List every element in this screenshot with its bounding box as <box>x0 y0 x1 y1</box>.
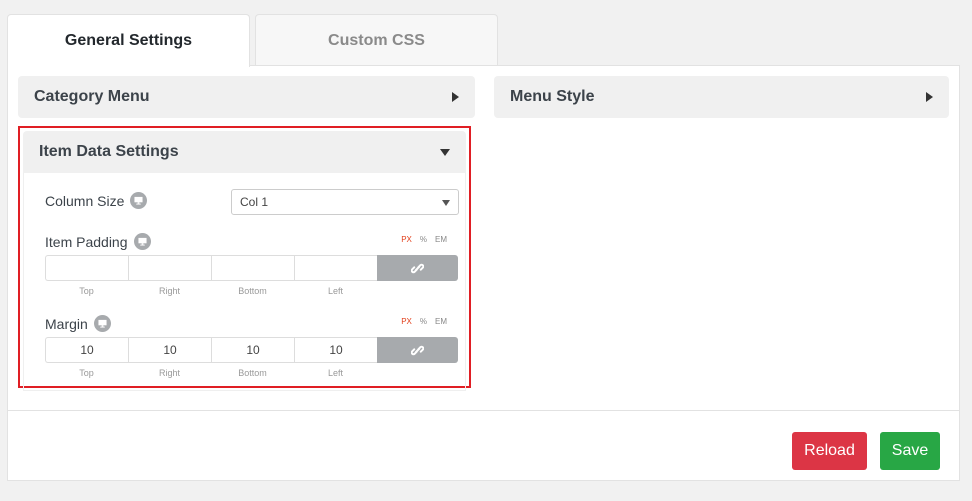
unit-switcher: PX % EM <box>401 317 447 326</box>
margin-left-input[interactable]: 10 <box>294 337 377 363</box>
link-icon <box>411 345 424 355</box>
monitor-icon[interactable] <box>130 192 148 209</box>
accordion-category-menu[interactable]: Category Menu <box>18 76 475 118</box>
select-value: Col 1 <box>240 195 269 209</box>
unit-em[interactable]: EM <box>435 317 447 326</box>
reload-button[interactable]: Reload <box>792 432 867 470</box>
accordion-title: Item Data Settings <box>39 143 179 160</box>
side-label-top: Top <box>79 368 94 378</box>
footer-divider <box>8 410 959 411</box>
tab-label: General Settings <box>64 32 193 49</box>
side-label-left: Left <box>327 368 343 378</box>
margin-bottom-input[interactable]: 10 <box>211 337 294 363</box>
chevron-down-icon <box>442 200 450 206</box>
margin-label: Margin <box>45 315 111 332</box>
unit-px[interactable]: PX <box>401 317 412 326</box>
unit-switcher: PX % EM <box>401 235 447 244</box>
settings-panel: Category Menu Menu Style Item Data Setti… <box>7 65 960 481</box>
accordion-title: Menu Style <box>510 88 595 105</box>
side-label-top: Top <box>79 286 94 296</box>
item-padding-inputs <box>45 255 458 281</box>
side-label-right: Right <box>158 368 180 378</box>
side-label-left: Left <box>327 286 343 296</box>
item-padding-side-labels: Top Right Bottom Left <box>45 286 377 296</box>
margin-inputs: 10 10 10 10 <box>45 337 458 363</box>
link-values-button[interactable] <box>377 337 458 363</box>
padding-right-input[interactable] <box>128 255 211 281</box>
caret-down-icon <box>440 148 450 156</box>
padding-bottom-input[interactable] <box>211 255 294 281</box>
caret-right-icon <box>926 92 933 102</box>
link-values-button[interactable] <box>377 255 458 281</box>
margin-side-labels: Top Right Bottom Left <box>45 368 377 378</box>
caret-right-icon <box>452 92 459 102</box>
field-label-text: Item Padding <box>45 233 128 250</box>
column-size-select[interactable]: Col 1 <box>231 189 459 215</box>
accordion-menu-style[interactable]: Menu Style <box>494 76 949 118</box>
accordion-header-item-data-settings[interactable]: Item Data Settings <box>23 131 466 173</box>
side-label-bottom: Bottom <box>238 368 267 378</box>
unit-px[interactable]: PX <box>401 235 412 244</box>
accordion-item-data-settings: Item Data Settings Column Size Col 1 Ite… <box>23 131 466 391</box>
save-button[interactable]: Save <box>880 432 940 470</box>
field-label-text: Margin <box>45 315 88 332</box>
side-label-right: Right <box>158 286 180 296</box>
padding-top-input[interactable] <box>45 255 128 281</box>
side-label-bottom: Bottom <box>238 286 267 296</box>
tab-general-settings[interactable]: General Settings <box>7 14 250 67</box>
item-padding-label: Item Padding <box>45 233 151 250</box>
margin-top-input[interactable]: 10 <box>45 337 128 363</box>
field-label-text: Column Size <box>45 192 125 209</box>
unit-percent[interactable]: % <box>420 317 427 326</box>
highlight-frame: Item Data Settings Column Size Col 1 Ite… <box>18 126 471 391</box>
unit-percent[interactable]: % <box>420 235 427 244</box>
monitor-icon[interactable] <box>93 315 111 332</box>
monitor-icon[interactable] <box>133 233 151 250</box>
link-icon <box>411 263 424 273</box>
unit-em[interactable]: EM <box>435 235 447 244</box>
column-size-label: Column Size <box>45 192 148 209</box>
margin-right-input[interactable]: 10 <box>128 337 211 363</box>
tab-label: Custom CSS <box>328 31 425 49</box>
accordion-body: Column Size Col 1 Item Padding PX % EM T… <box>23 173 466 391</box>
padding-left-input[interactable] <box>294 255 377 281</box>
accordion-title: Category Menu <box>34 88 150 105</box>
tab-custom-css[interactable]: Custom CSS <box>255 14 498 66</box>
